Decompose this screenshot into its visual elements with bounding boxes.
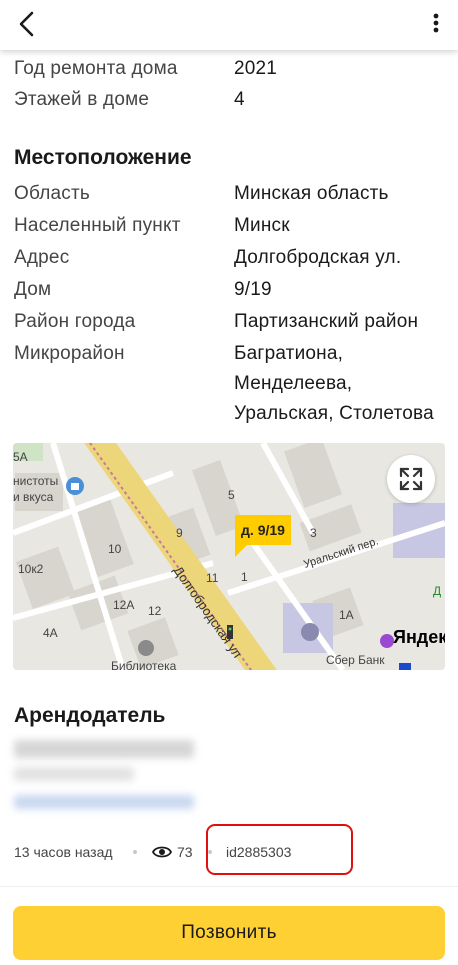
district-label: Район города xyxy=(14,311,136,332)
floors-label: Этажей в доме xyxy=(14,89,150,110)
repair-year-value: 2021 xyxy=(234,58,278,79)
district-value: Партизанский район xyxy=(234,311,419,332)
region-label: Область xyxy=(14,183,90,204)
microdistrict-value-line-3: Уральская, Столетова xyxy=(234,403,434,424)
landlord-name-blurred xyxy=(14,740,194,758)
microdistrict-value-line-1: Багратиона, xyxy=(234,343,344,364)
map-label: 1 xyxy=(241,570,248,584)
map-label: Библиотека xyxy=(111,659,177,670)
map-canvas: 5А нистоты и вкуса 9 5 3 1 11 10 10к2 12… xyxy=(13,443,445,670)
landlord-info-blurred xyxy=(14,767,134,781)
expand-map-icon[interactable] xyxy=(387,455,435,503)
map-label: 4А xyxy=(43,626,58,640)
landlord-title: Арендодатель xyxy=(14,704,166,727)
city-label: Населенный пункт xyxy=(14,215,181,236)
microdistrict-value-line-2: Менделеева, xyxy=(234,373,353,394)
location-map[interactable]: 5А нистоты и вкуса 9 5 3 1 11 10 10к2 12… xyxy=(13,443,445,670)
house-label: Дом xyxy=(14,279,52,300)
floors-value: 4 xyxy=(234,89,245,110)
separator-dot xyxy=(133,850,137,854)
map-label: 12А xyxy=(113,598,134,612)
map-label: и вкуса xyxy=(13,490,54,504)
id-highlight-box xyxy=(206,824,353,875)
posted-time: 13 часов назад xyxy=(14,844,113,860)
map-label: 11 xyxy=(206,571,219,585)
map-label: 1А xyxy=(339,608,354,622)
map-label: 5А xyxy=(13,450,28,464)
map-label: 3 xyxy=(310,526,317,540)
map-label: нистоты xyxy=(13,474,58,488)
back-arrow-icon[interactable] xyxy=(12,8,44,40)
microdistrict-label: Микрорайон xyxy=(14,343,125,364)
house-value: 9/19 xyxy=(234,279,272,300)
map-label: 5 xyxy=(228,488,235,502)
more-options-icon[interactable] xyxy=(424,8,448,40)
yandex-logo: Яндекс xyxy=(393,627,445,647)
call-button[interactable]: Позвонить xyxy=(13,906,445,960)
repair-year-label: Год ремонта дома xyxy=(14,58,178,79)
map-label: 12 xyxy=(148,604,162,618)
map-pin-tail xyxy=(235,545,247,557)
region-value: Минская область xyxy=(234,183,389,204)
location-title: Местоположение xyxy=(14,146,192,169)
city-value: Минск xyxy=(234,215,290,236)
address-label: Адрес xyxy=(14,247,70,268)
top-bar xyxy=(0,0,458,50)
map-label: 10 xyxy=(108,542,122,556)
map-label: 10к2 xyxy=(18,562,44,576)
map-label: Д xyxy=(433,584,441,598)
map-pin[interactable]: д. 9/19 xyxy=(235,515,291,545)
address-value: Долгобродская ул. xyxy=(234,247,402,268)
landlord-link-blurred[interactable] xyxy=(14,795,194,809)
map-label: 9 xyxy=(176,526,183,540)
map-label: Сбер Банк xyxy=(326,653,385,667)
views-count: 73 xyxy=(177,844,193,860)
eye-icon xyxy=(151,842,173,862)
